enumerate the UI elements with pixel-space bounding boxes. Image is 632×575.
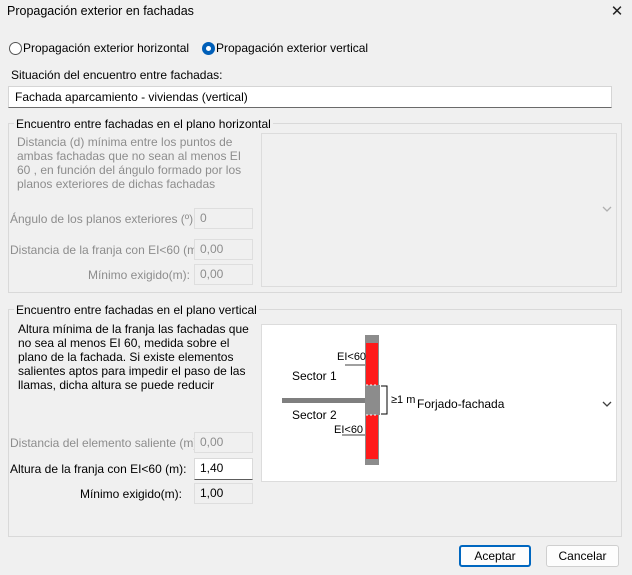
distance-field[interactable]: 0,00 <box>194 239 253 260</box>
window-title: Propagación exterior en fachadas <box>7 4 194 18</box>
horizontal-minimum-label: Mínimo exigido(m): <box>87 268 190 282</box>
horizontal-group-legend: Encuentro entre fachadas en el plano hor… <box>14 117 273 131</box>
vertical-description: Altura mínima de la franja las fachadas … <box>18 322 249 392</box>
fire-band-top <box>366 343 378 385</box>
cancel-button[interactable]: Cancelar <box>546 545 619 567</box>
sector-1-label: Sector 1 <box>292 369 337 383</box>
vertical-group-legend: Encuentro entre fachadas en el plano ver… <box>14 303 259 317</box>
radio-vertical-label[interactable]: Propagación exterior vertical <box>216 41 368 55</box>
radio-vertical[interactable] <box>202 42 215 55</box>
sector-2-label: Sector 2 <box>292 408 337 422</box>
horizontal-description: Distancia (d) mínima entre los puntos de… <box>17 135 242 191</box>
height-field[interactable]: 1,40 <box>194 458 253 480</box>
height-label: Altura de la franja con EI<60 (m): <box>10 462 187 476</box>
ei-bottom-label: EI<60 <box>334 424 364 436</box>
vertical-diagram-chevron-down-icon <box>602 401 612 407</box>
situation-select[interactable]: Fachada aparcamiento - viviendas (vertic… <box>8 86 612 108</box>
projection-label: Distancia del elemento saliente (m): <box>10 436 201 450</box>
radio-horizontal[interactable] <box>9 42 22 55</box>
dimension-label: ≥1 m <box>391 394 416 406</box>
projection-field[interactable]: 0,00 <box>194 432 253 453</box>
radio-horizontal-label[interactable]: Propagación exterior horizontal <box>23 41 189 55</box>
accept-button[interactable]: Aceptar <box>459 545 531 567</box>
close-icon[interactable]: ✕ <box>606 2 628 22</box>
slab <box>282 398 375 403</box>
horizontal-minimum-field: 0,00 <box>194 264 253 285</box>
vertical-minimum-label: Mínimo exigido(m): <box>79 487 182 501</box>
horizontal-diagram-chevron-down-icon <box>602 206 612 212</box>
dimension-bracket <box>381 385 388 415</box>
ei-top-label: EI<60 <box>337 351 367 363</box>
angle-label: Ángulo de los planos exteriores (º): <box>10 212 197 226</box>
junction-label: Forjado-fachada <box>417 397 505 411</box>
vertical-minimum-field: 1,00 <box>194 483 253 504</box>
horizontal-diagram-select[interactable] <box>261 133 617 287</box>
angle-field[interactable]: 0 <box>194 208 253 229</box>
fire-band-bottom <box>366 415 378 459</box>
distance-label: Distancia de la franja con EI<60 (m): <box>10 243 205 257</box>
situation-label: Situación del encuentro entre fachadas: <box>11 68 223 82</box>
